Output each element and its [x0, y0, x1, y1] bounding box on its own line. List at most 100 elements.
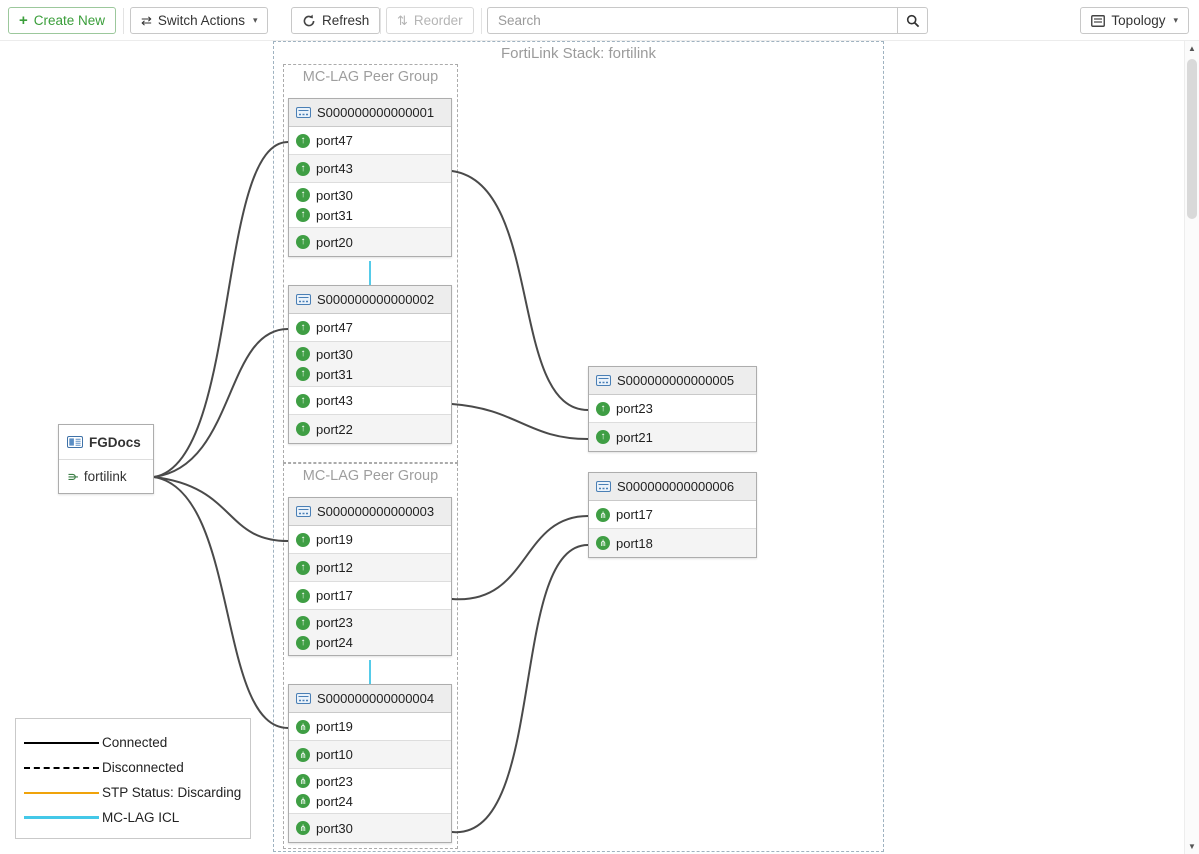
- port-label: port31: [316, 367, 353, 382]
- fortigate-icon: [67, 436, 83, 448]
- scroll-down-arrow-icon[interactable]: ▼: [1185, 839, 1199, 854]
- refresh-button[interactable]: Refresh: [291, 7, 380, 34]
- port-label: port43: [316, 393, 353, 408]
- switch-icon: [596, 375, 611, 386]
- port-up-icon: ↑: [296, 347, 310, 361]
- port-row[interactable]: ↑port17: [289, 582, 451, 610]
- lag-port-icon: ⋔: [596, 508, 610, 522]
- port-up-icon: ↑: [296, 394, 310, 408]
- toolbar-divider: [123, 8, 124, 34]
- mclag-peer-group-1-label: MC-LAG Peer Group: [283, 69, 458, 85]
- port-label: port47: [316, 133, 353, 148]
- port-row[interactable]: ⋔port30: [289, 814, 451, 842]
- port-row[interactable]: ↑port20: [289, 228, 451, 256]
- edge-fortilink-sw3-port19: [154, 477, 288, 541]
- port-row[interactable]: ⋔port10: [289, 741, 451, 769]
- fortilink-interface-row[interactable]: ⋔ fortilink: [59, 459, 153, 493]
- switch-actions-button[interactable]: ⇄ Switch Actions ▾: [130, 7, 268, 34]
- port-row[interactable]: ⋔ port17: [589, 501, 756, 529]
- scrollbar-thumb[interactable]: [1187, 59, 1197, 219]
- vertical-scrollbar[interactable]: ▲ ▼: [1184, 41, 1199, 854]
- port-label: port31: [316, 208, 353, 223]
- mclag-icl-line-sample: [24, 816, 99, 819]
- port-label: port43: [316, 161, 353, 176]
- switch-icon: [296, 506, 311, 517]
- toolbar-divider: [481, 8, 482, 34]
- port-label: port12: [316, 560, 353, 575]
- fortigate-name: FGDocs: [89, 435, 141, 450]
- switch-node-s5[interactable]: S000000000000005 ↑port23 ↑port21: [588, 366, 757, 452]
- refresh-label: Refresh: [322, 13, 369, 28]
- port-label: port17: [616, 507, 653, 522]
- port-row[interactable]: ↑ port19: [289, 526, 451, 554]
- fortigate-node[interactable]: FGDocs ⋔ fortilink: [58, 424, 154, 494]
- port-up-icon: ↑: [296, 533, 310, 547]
- port-label: port22: [316, 422, 353, 437]
- lag-port-icon: ⋔: [296, 748, 310, 762]
- port-row[interactable]: ↑port43: [289, 155, 451, 183]
- port-label: port17: [316, 588, 353, 603]
- port-label: port19: [316, 532, 353, 547]
- switch-name: S000000000000005: [617, 373, 734, 388]
- search-button[interactable]: [897, 7, 928, 34]
- port-up-icon: ↑: [296, 616, 310, 630]
- port-row[interactable]: ↑port23 ↑port24: [289, 610, 451, 655]
- port-row[interactable]: ↑port12: [289, 554, 451, 582]
- switch-node-s3[interactable]: S000000000000003 ↑port19 ↑port12 ↑port17…: [288, 497, 452, 656]
- fortilink-icon: ⋔: [64, 471, 80, 482]
- create-new-button[interactable]: + Create New: [8, 7, 116, 34]
- switch-node-s1[interactable]: S000000000000001 ↑port47 ↑port43 ↑ port30…: [288, 98, 452, 257]
- port-row[interactable]: ↑port30 ↑port31: [289, 183, 451, 228]
- port-up-icon: ↑: [296, 367, 310, 381]
- switch-name: S000000000000001: [317, 105, 434, 120]
- port-row[interactable]: ↑port23: [589, 395, 756, 423]
- port-label: port19: [316, 719, 353, 734]
- port-label: port23: [616, 401, 653, 416]
- port-row[interactable]: ↑port21: [589, 423, 756, 451]
- switch-node-s4[interactable]: S000000000000004 ⋔port19 ⋔port10 ⋔port23…: [288, 684, 452, 843]
- legend-row-disconnected: Disconnected: [16, 755, 250, 780]
- port-row[interactable]: ↑port47: [289, 314, 451, 342]
- legend-label: Connected: [102, 735, 167, 750]
- switch-node-s6[interactable]: S000000000000006 ⋔ port17 ⋔port18: [588, 472, 757, 558]
- lag-port-icon: ⋔: [296, 794, 310, 808]
- switch-header[interactable]: S000000000000004: [289, 685, 451, 713]
- port-label: port18: [616, 536, 653, 551]
- port-label: port30: [316, 188, 353, 203]
- switch-header[interactable]: S000000000000002: [289, 286, 451, 314]
- switch-icon: [296, 107, 311, 118]
- reorder-button[interactable]: ⇅ Reorder: [386, 7, 474, 34]
- port-label: port47: [316, 320, 353, 335]
- port-label: port23: [316, 774, 353, 789]
- switch-header[interactable]: S000000000000006: [589, 473, 756, 501]
- create-new-label: Create New: [34, 13, 105, 28]
- stp-discarding-line-sample: [24, 792, 99, 794]
- port-row[interactable]: ↑port47: [289, 127, 451, 155]
- switch-header[interactable]: S000000000000005: [589, 367, 756, 395]
- switch-node-s2[interactable]: S000000000000002 ↑port47 ↑port30 ↑port31…: [288, 285, 452, 444]
- port-row[interactable]: ⋔port19: [289, 713, 451, 741]
- switch-header[interactable]: S000000000000003: [289, 498, 451, 526]
- scroll-up-arrow-icon[interactable]: ▲: [1185, 41, 1199, 56]
- switch-name: S000000000000002: [317, 292, 434, 307]
- switch-actions-label: Switch Actions: [158, 13, 245, 28]
- port-row[interactable]: ↑ port30 ↑ port31: [289, 342, 451, 387]
- port-up-icon: ↑: [596, 430, 610, 444]
- switch-header[interactable]: S000000000000001: [289, 99, 451, 127]
- switch-actions-icon: ⇄: [141, 14, 152, 27]
- port-row[interactable]: ⋔port18: [589, 529, 756, 557]
- edge-fortilink-sw1-port47: [154, 142, 288, 477]
- port-label: port30: [316, 821, 353, 836]
- port-row[interactable]: ⋔port23 ⋔port24: [289, 769, 451, 814]
- fortilink-interface-name: fortilink: [84, 469, 127, 484]
- port-row[interactable]: ↑port22: [289, 415, 451, 443]
- fortigate-row[interactable]: FGDocs: [59, 425, 153, 459]
- refresh-icon: [302, 14, 316, 28]
- port-label: port30: [316, 347, 353, 362]
- topology-dropdown-button[interactable]: Topology ▾: [1080, 7, 1189, 34]
- port-up-icon: ↑: [296, 208, 310, 222]
- search-input[interactable]: [487, 7, 897, 34]
- port-row[interactable]: ↑ port43: [289, 387, 451, 415]
- switch-name: S000000000000006: [617, 479, 734, 494]
- edge-fortilink-sw4-port19: [154, 477, 288, 728]
